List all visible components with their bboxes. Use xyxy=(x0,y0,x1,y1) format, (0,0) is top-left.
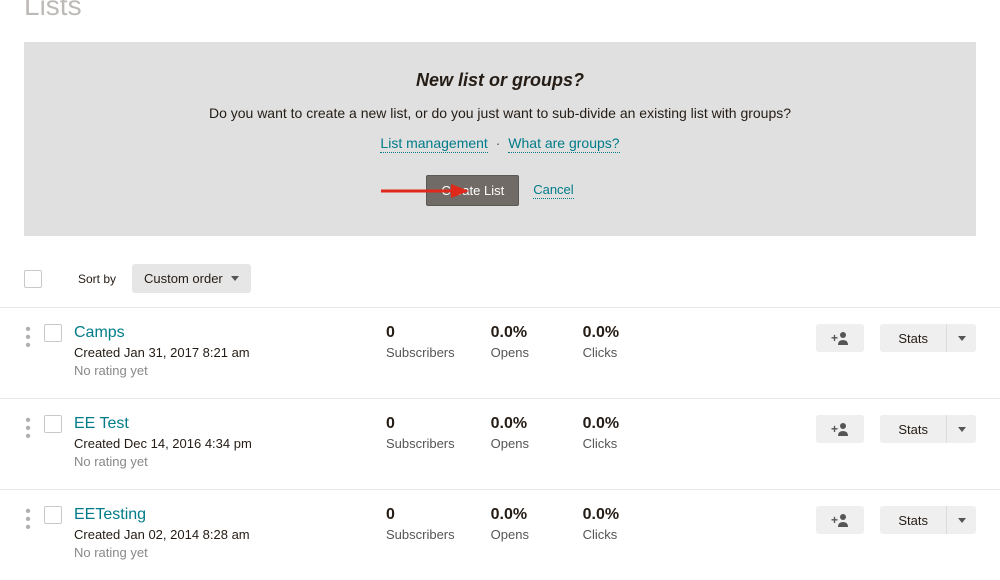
rating-text: No rating yet xyxy=(74,545,374,560)
metric-clicks: 0.0% Clicks xyxy=(583,506,639,542)
row-actions: + Stats xyxy=(816,415,976,443)
stats-button-group: Stats xyxy=(880,324,976,352)
svg-text:+: + xyxy=(831,513,838,527)
add-person-icon: + xyxy=(831,331,849,345)
metric-value: 0.0% xyxy=(491,415,547,433)
add-subscriber-button[interactable]: + xyxy=(816,506,864,534)
metric-clicks: 0.0% Clicks xyxy=(583,324,639,360)
prompt-links: List management · What are groups? xyxy=(64,135,936,151)
metric-opens: 0.0% Opens xyxy=(491,324,547,360)
row-checkbox[interactable] xyxy=(44,506,62,524)
stats-button[interactable]: Stats xyxy=(880,415,946,443)
sort-label: Sort by xyxy=(78,272,116,286)
prompt-panel: New list or groups? Do you want to creat… xyxy=(24,42,976,236)
rating-text: No rating yet xyxy=(74,363,374,378)
metric-label: Subscribers xyxy=(386,436,455,451)
metric-value: 0.0% xyxy=(491,324,547,342)
prompt-title: New list or groups? xyxy=(64,70,936,91)
metric-opens: 0.0% Opens xyxy=(491,506,547,542)
row-checkbox[interactable] xyxy=(44,415,62,433)
metric-label: Opens xyxy=(491,345,547,360)
link-list-management[interactable]: List management xyxy=(380,135,487,153)
add-subscriber-button[interactable]: + xyxy=(816,324,864,352)
row-actions: + Stats xyxy=(816,506,976,534)
svg-text:+: + xyxy=(831,422,838,436)
page-title: Lists xyxy=(0,0,1000,22)
svg-text:+: + xyxy=(831,331,838,345)
stats-button-group: Stats xyxy=(880,506,976,534)
metric-subscribers: 0 Subscribers xyxy=(386,506,455,542)
cancel-link[interactable]: Cancel xyxy=(533,182,573,199)
metric-value: 0.0% xyxy=(583,415,639,433)
add-person-icon: + xyxy=(831,513,849,527)
row-info: EE Test Created Dec 14, 2016 4:34 pm No … xyxy=(74,415,374,469)
drag-handle-icon[interactable]: ••• xyxy=(24,415,32,441)
metrics: 0 Subscribers 0.0% Opens 0.0% Clicks xyxy=(386,324,639,360)
stats-button-group: Stats xyxy=(880,415,976,443)
metric-label: Clicks xyxy=(583,345,639,360)
list-row: ••• EE Test Created Dec 14, 2016 4:34 pm… xyxy=(0,398,1000,489)
sort-dropdown[interactable]: Custom order xyxy=(132,264,251,293)
prompt-text: Do you want to create a new list, or do … xyxy=(64,105,936,121)
rating-text: No rating yet xyxy=(74,454,374,469)
drag-handle-icon[interactable]: ••• xyxy=(24,506,32,532)
annotation-arrow xyxy=(379,181,469,201)
list-name-link[interactable]: Camps xyxy=(74,324,125,342)
metrics: 0 Subscribers 0.0% Opens 0.0% Clicks xyxy=(386,506,639,542)
created-text: Created Dec 14, 2016 4:34 pm xyxy=(74,436,374,451)
metric-value: 0 xyxy=(386,324,455,342)
stats-button[interactable]: Stats xyxy=(880,324,946,352)
separator: · xyxy=(496,135,501,151)
list-name-link[interactable]: EETesting xyxy=(74,506,146,524)
metric-label: Subscribers xyxy=(386,345,455,360)
created-text: Created Jan 02, 2014 8:28 am xyxy=(74,527,374,542)
row-actions: + Stats xyxy=(816,324,976,352)
list-row: ••• Camps Created Jan 31, 2017 8:21 am N… xyxy=(0,307,1000,398)
metric-subscribers: 0 Subscribers xyxy=(386,324,455,360)
list-name-link[interactable]: EE Test xyxy=(74,415,129,433)
prompt-actions: Create List Cancel xyxy=(64,175,936,206)
metric-value: 0 xyxy=(386,506,455,524)
stats-dropdown-button[interactable] xyxy=(946,324,976,352)
chevron-down-icon xyxy=(231,276,239,281)
link-what-are-groups[interactable]: What are groups? xyxy=(508,135,619,153)
row-checkbox[interactable] xyxy=(44,324,62,342)
metric-opens: 0.0% Opens xyxy=(491,415,547,451)
metric-clicks: 0.0% Clicks xyxy=(583,415,639,451)
metric-value: 0.0% xyxy=(583,324,639,342)
chevron-down-icon xyxy=(958,336,966,341)
sort-dropdown-value: Custom order xyxy=(144,271,223,286)
created-text: Created Jan 31, 2017 8:21 am xyxy=(74,345,374,360)
metric-label: Subscribers xyxy=(386,527,455,542)
stats-dropdown-button[interactable] xyxy=(946,506,976,534)
drag-handle-icon[interactable]: ••• xyxy=(24,324,32,350)
row-info: EETesting Created Jan 02, 2014 8:28 am N… xyxy=(74,506,374,560)
metric-label: Opens xyxy=(491,436,547,451)
select-all-checkbox[interactable] xyxy=(24,270,42,288)
list-row: ••• EETesting Created Jan 02, 2014 8:28 … xyxy=(0,489,1000,580)
metrics: 0 Subscribers 0.0% Opens 0.0% Clicks xyxy=(386,415,639,451)
add-subscriber-button[interactable]: + xyxy=(816,415,864,443)
metric-value: 0 xyxy=(386,415,455,433)
metric-value: 0.0% xyxy=(583,506,639,524)
stats-button[interactable]: Stats xyxy=(880,506,946,534)
metric-value: 0.0% xyxy=(491,506,547,524)
chevron-down-icon xyxy=(958,518,966,523)
metric-label: Clicks xyxy=(583,436,639,451)
add-person-icon: + xyxy=(831,422,849,436)
metric-label: Opens xyxy=(491,527,547,542)
metric-subscribers: 0 Subscribers xyxy=(386,415,455,451)
metric-label: Clicks xyxy=(583,527,639,542)
stats-dropdown-button[interactable] xyxy=(946,415,976,443)
toolbar: Sort by Custom order xyxy=(0,260,1000,307)
chevron-down-icon xyxy=(958,427,966,432)
row-info: Camps Created Jan 31, 2017 8:21 am No ra… xyxy=(74,324,374,378)
